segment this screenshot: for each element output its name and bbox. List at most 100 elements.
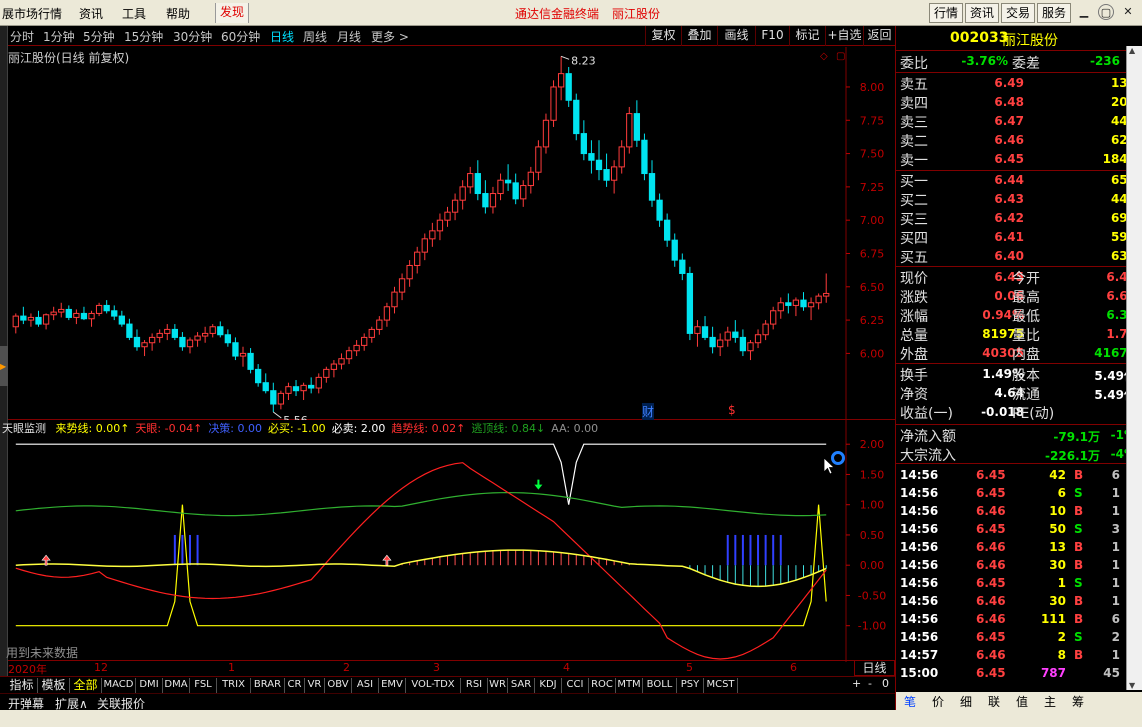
menu-discover[interactable]: 发现 [215, 3, 250, 23]
draw-line-button[interactable]: 画线 [717, 26, 755, 46]
news-button[interactable]: 资讯 [965, 3, 999, 23]
indicator-tab[interactable]: 模板 [38, 678, 70, 693]
indicator-chart[interactable]: 2.00 1.50 1.00 0.50 0.00 -0.50 -1.00 天眼监测 来势线:… [2, 420, 895, 662]
period-1min[interactable]: 1分钟 [43, 28, 75, 45]
quote-scrollbar[interactable]: ▲ ▼ [1126, 46, 1142, 690]
indicator-tab[interactable]: ROC [589, 678, 616, 693]
candle-body [573, 99, 580, 135]
tick-row: 15:00 6.45 787 45 [896, 664, 1126, 682]
indicator-tab[interactable]: BRAR [251, 678, 285, 693]
period-5min[interactable]: 5分钟 [83, 28, 115, 45]
tick-volume: 42 [1049, 468, 1066, 482]
restore-icon[interactable]: ▢ [1098, 4, 1114, 20]
indicator-tab[interactable]: PSY [677, 678, 704, 693]
period-15min[interactable]: 15分钟 [124, 28, 163, 45]
back-button[interactable]: 返回 [863, 26, 895, 46]
indicator-tab[interactable]: BOLL [643, 678, 677, 693]
indicator-tab[interactable]: CR [285, 678, 305, 693]
indicator-tab[interactable]: EMV [379, 678, 406, 693]
candle-body [565, 73, 572, 101]
tick-time: 15:00 [900, 666, 939, 680]
indicator-tab[interactable]: FSL [190, 678, 217, 693]
close-icon[interactable]: ✕ [1120, 4, 1136, 20]
indicator-tab[interactable]: RSI [461, 678, 488, 693]
quote-tab[interactable]: 细 [960, 693, 972, 710]
square-icon[interactable]: ▢ [836, 51, 845, 62]
quote-tab[interactable]: 联 [988, 693, 1000, 710]
candle-body [247, 352, 254, 370]
stock-name: 丽江股份 [1002, 33, 1058, 49]
indicator-tab[interactable]: VOL-TDX [406, 678, 461, 693]
indicator-tab[interactable]: DMI [136, 678, 163, 693]
quote-button[interactable]: 行情 [929, 3, 963, 23]
tick-row: 14:56 6.45 42 B 6 [896, 466, 1126, 484]
candle-body [277, 392, 285, 405]
period-intraday[interactable]: 分时 [10, 28, 34, 45]
tick-price: 6.45 [976, 522, 1006, 536]
period-30min[interactable]: 30分钟 [173, 28, 212, 45]
date-label: 5 [686, 661, 693, 674]
quote-tab[interactable]: 笔 [904, 693, 916, 710]
indicator-tab[interactable]: DMA [163, 678, 190, 693]
menu-info[interactable]: 资讯 [79, 5, 103, 22]
indicator-tab[interactable]: 全部 [70, 678, 102, 693]
zoom-reset-button[interactable]: 0 [882, 677, 889, 690]
indicator-tab[interactable]: ASI [352, 678, 379, 693]
minimize-icon[interactable]: ▁ [1076, 4, 1092, 20]
indicator-tab[interactable]: VR [305, 678, 325, 693]
period-label[interactable]: 日线 [854, 660, 895, 676]
indicator-tab[interactable]: MACD [102, 678, 136, 693]
left-scroll-strip[interactable]: ▶ [0, 26, 8, 676]
menu-tools[interactable]: 工具 [122, 5, 146, 22]
tick-count: 1 [1111, 486, 1120, 500]
indicator-tab[interactable]: CCI [562, 678, 589, 693]
menu-help[interactable]: 帮助 [166, 5, 190, 22]
candle-body [580, 133, 587, 155]
indicator-tick-label: 1.00 [860, 499, 885, 512]
add-watchlist-button[interactable]: +自选 [825, 26, 863, 46]
quote-tab[interactable]: 值 [1016, 693, 1028, 710]
quote-tab[interactable]: 价 [932, 693, 944, 710]
period-more[interactable]: 更多 > [371, 28, 409, 45]
menu-market[interactable]: 展市场行情 [2, 5, 62, 22]
kline-chart[interactable]: 丽江股份(日线 前复权) 8.00 7.75 7.50 7.25 7.00 6.75 6.5… [8, 47, 895, 420]
kline-svg[interactable]: 8.00 7.75 7.50 7.25 7.00 6.75 6.50 6.25 6.00 8.23… [8, 47, 895, 420]
zoom-out-button[interactable]: - [868, 677, 872, 690]
candle-body [285, 386, 292, 394]
candle-body [239, 352, 247, 357]
tick-count: 3 [1111, 522, 1120, 536]
zoom-in-button[interactable]: + [852, 677, 861, 690]
overlay-button[interactable]: 叠加 [681, 26, 717, 46]
candle-body [459, 186, 466, 201]
period-weekly[interactable]: 周线 [303, 28, 327, 45]
period-daily[interactable]: 日线 [270, 28, 294, 45]
indicator-tab[interactable]: MCST [704, 678, 738, 693]
indicator-tab[interactable]: TRIX [217, 678, 251, 693]
indicator-tab[interactable]: KDJ [535, 678, 562, 693]
indicator-title: 天眼监测 [2, 422, 46, 435]
f10-button[interactable]: F10 [755, 26, 789, 46]
candle-body [368, 328, 375, 338]
indicator-tab[interactable]: OBV [325, 678, 352, 693]
quote-tab[interactable]: 筹 [1072, 693, 1084, 710]
period-monthly[interactable]: 月线 [337, 28, 361, 45]
stat-label: 现价 [900, 271, 928, 287]
adjust-button[interactable]: 复权 [645, 26, 681, 46]
price-tick-label: 6.50 [860, 281, 885, 294]
period-60min[interactable]: 60分钟 [221, 28, 260, 45]
quote-tab[interactable]: 主 [1044, 693, 1056, 710]
bid-price: 6.44 [994, 173, 1024, 187]
indicator-tab[interactable]: WR [488, 678, 508, 693]
indicator-tab[interactable]: 指标 [6, 678, 38, 693]
candle-body [747, 342, 754, 352]
trade-button[interactable]: 交易 [1001, 3, 1035, 23]
candle-body [398, 278, 406, 293]
indicator-tab[interactable]: SAR [508, 678, 535, 693]
indicator-svg[interactable]: 2.00 1.50 1.00 0.50 0.00 -0.50 -1.00 [8, 420, 895, 662]
bid-label: 买四 [900, 231, 928, 247]
dividend-marker[interactable]: $ [728, 403, 736, 417]
mark-button[interactable]: 标记 [789, 26, 825, 46]
indicator-tab[interactable]: MTM [616, 678, 643, 693]
service-button[interactable]: 服务 [1037, 3, 1071, 23]
finance-marker[interactable]: 财 [642, 403, 655, 420]
